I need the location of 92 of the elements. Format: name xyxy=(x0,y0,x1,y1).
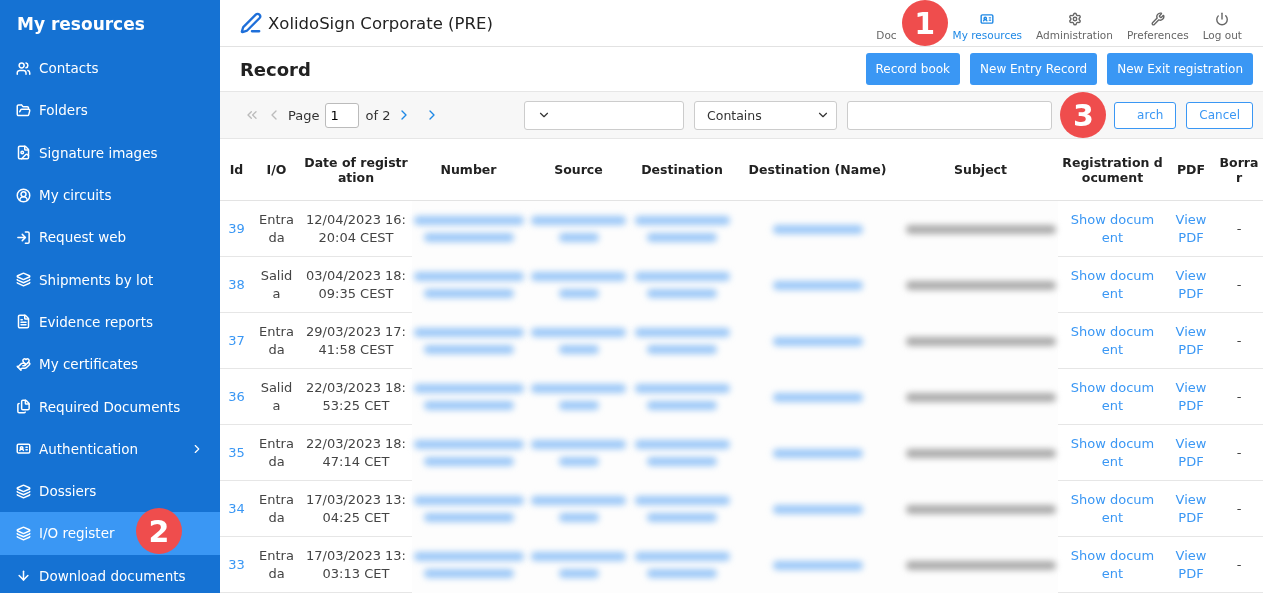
sidebar-item[interactable]: My circuits xyxy=(0,173,220,217)
id-link[interactable]: 38 xyxy=(220,257,253,313)
id-link[interactable]: 35 xyxy=(220,425,253,481)
id-link[interactable]: 33 xyxy=(220,537,253,593)
id-link[interactable]: 34 xyxy=(220,481,253,537)
arrow-down-icon xyxy=(16,568,31,584)
id-link[interactable]: 36 xyxy=(220,369,253,425)
action-button[interactable]: Record book xyxy=(865,53,961,85)
view-pdf-link[interactable]: View PDF xyxy=(1167,537,1215,593)
column-header: Id xyxy=(220,139,253,201)
sidebar-item[interactable]: My certificates xyxy=(0,343,220,386)
page-label: Page xyxy=(288,107,320,123)
view-pdf-link[interactable]: View PDF xyxy=(1167,201,1215,257)
show-document-link[interactable]: Show document xyxy=(1058,537,1167,593)
table-cell: Entrada xyxy=(253,313,300,369)
id-link[interactable]: 37 xyxy=(220,313,253,369)
table-cell: - xyxy=(1215,201,1263,257)
layers-icon xyxy=(16,525,31,541)
user-circle-icon xyxy=(16,187,31,203)
app-title: XolidoSign Corporate (PRE) xyxy=(268,13,494,33)
sidebar-item[interactable]: Evidence reports xyxy=(0,300,220,344)
show-document-link[interactable]: Show document xyxy=(1058,369,1167,425)
page-title: Record xyxy=(240,58,312,80)
action-button[interactable]: New Entry Record xyxy=(970,53,1098,85)
table-cell: Entrada xyxy=(253,425,300,481)
folder-icon xyxy=(16,102,31,118)
table-cell: Salida xyxy=(253,257,300,313)
layers-icon xyxy=(16,272,31,288)
callout-badge: 3 xyxy=(1060,92,1107,138)
sidebar-item[interactable]: Download documents xyxy=(0,554,220,593)
nav-tab[interactable]: My resources xyxy=(945,5,1030,41)
show-document-link[interactable]: Show document xyxy=(1058,481,1167,537)
id-card-icon xyxy=(980,11,995,26)
column-header: PDF xyxy=(1167,139,1215,201)
table-cell: - xyxy=(1215,425,1263,481)
sidebar-item[interactable]: Authentication xyxy=(0,427,220,470)
power-icon xyxy=(1215,11,1230,26)
nav-tab[interactable]: Doc xyxy=(869,5,904,41)
column-header: Date of registration xyxy=(300,139,412,201)
sidebar-item[interactable]: Required Documents xyxy=(0,385,220,428)
table-cell: Entrada xyxy=(253,201,300,257)
callout-badge: 2 xyxy=(136,508,182,555)
column-header: Borrar xyxy=(1215,139,1263,201)
wrench-icon xyxy=(1150,11,1165,26)
cancel-button[interactable]: Cancel xyxy=(1186,101,1253,129)
action-button[interactable]: New Exit registration xyxy=(1107,53,1253,85)
show-document-link[interactable]: Show document xyxy=(1058,313,1167,369)
table-cell: - xyxy=(1215,537,1263,593)
layers-icon xyxy=(16,483,31,499)
view-pdf-link[interactable]: View PDF xyxy=(1167,425,1215,481)
view-pdf-link[interactable]: View PDF xyxy=(1167,313,1215,369)
callout-badge: 1 xyxy=(901,0,948,46)
table-cell: - xyxy=(1215,369,1263,425)
nav-tab[interactable]: Log out xyxy=(1195,5,1249,41)
id-card-icon xyxy=(16,441,31,457)
pen-icon xyxy=(240,12,262,34)
sidebar-item[interactable]: Contacts xyxy=(0,47,220,90)
column-header: Registration document xyxy=(1058,139,1167,201)
settings-icon xyxy=(1067,11,1082,26)
table-cell: Salida xyxy=(253,369,300,425)
document-icon xyxy=(16,314,31,330)
show-document-link[interactable]: Show document xyxy=(1058,425,1167,481)
hands-heart-icon xyxy=(16,356,31,372)
arrow-in-icon xyxy=(16,229,31,245)
nav-tab[interactable]: Preferences xyxy=(1119,5,1196,41)
table-cell: - xyxy=(1215,481,1263,537)
page-field[interactable]: 1 xyxy=(325,102,360,128)
sidebar-item[interactable]: Folders xyxy=(0,89,220,132)
search-field[interactable] xyxy=(847,100,1053,130)
documents-icon xyxy=(16,399,31,414)
table-cell: - xyxy=(1215,313,1263,369)
page-count: of 2 xyxy=(365,107,391,123)
view-pdf-link[interactable]: View PDF xyxy=(1167,481,1215,537)
image-icon xyxy=(16,145,31,161)
nav-tab[interactable]: Administration xyxy=(1029,5,1120,41)
table-cell: Entrada xyxy=(253,537,300,593)
show-document-link[interactable]: Show document xyxy=(1058,257,1167,313)
sidebar-item[interactable]: Shipments by lot xyxy=(0,258,220,301)
users-icon xyxy=(16,60,31,76)
column-header: I/O xyxy=(253,139,300,201)
operator-select[interactable]: Contains xyxy=(694,100,837,130)
view-pdf-link[interactable]: View PDF xyxy=(1167,257,1215,313)
sidebar-title: My resources xyxy=(16,13,146,36)
sidebar-item[interactable]: Signature images xyxy=(0,131,220,174)
table-cell: Entrada xyxy=(253,481,300,537)
search-button[interactable]: arch xyxy=(1114,101,1177,129)
id-link[interactable]: 39 xyxy=(220,201,253,257)
column-select[interactable] xyxy=(524,100,684,130)
sidebar-item[interactable]: Request web xyxy=(0,216,220,259)
table-cell: - xyxy=(1215,257,1263,313)
view-pdf-link[interactable]: View PDF xyxy=(1167,369,1215,425)
show-document-link[interactable]: Show document xyxy=(1058,201,1167,257)
